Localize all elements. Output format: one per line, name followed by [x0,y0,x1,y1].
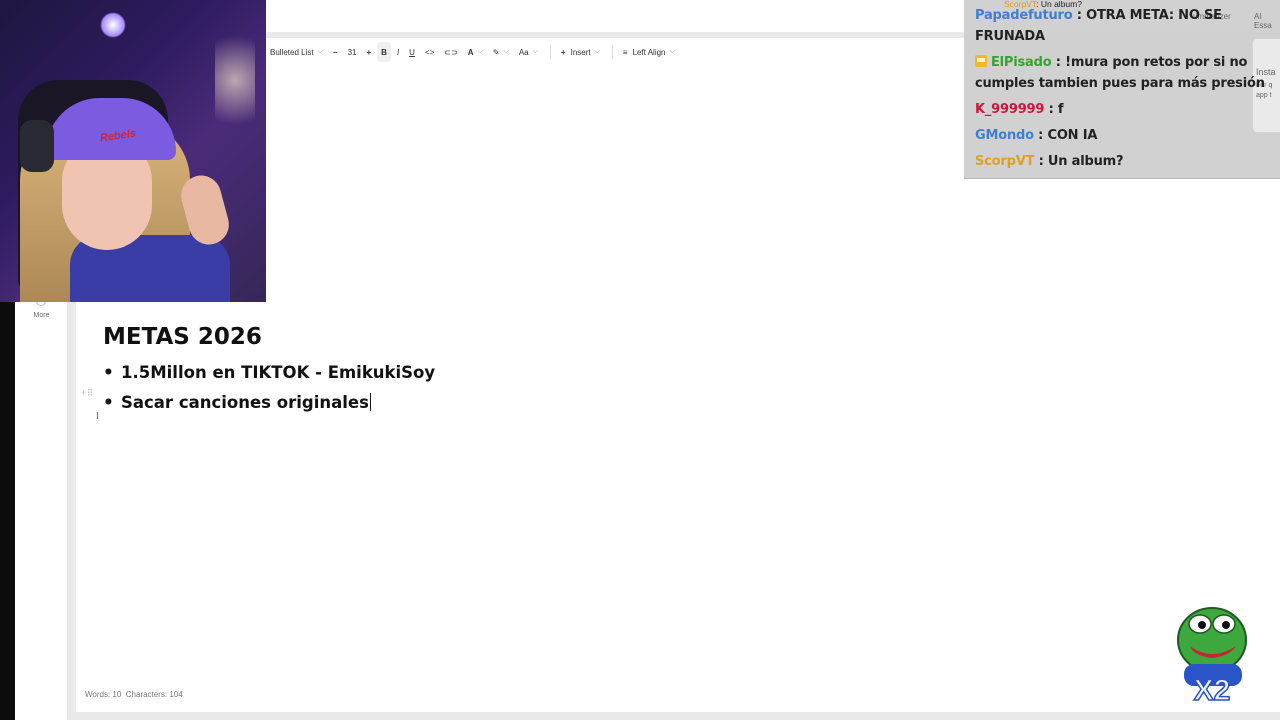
code-button[interactable]: <> [421,42,438,62]
font-size-decrease-button[interactable]: − [329,42,342,62]
plus-icon: + [366,47,372,57]
chevron-down-icon: ⌵ [317,48,323,55]
webcam-overlay: Rebels [0,0,266,302]
toolbar-divider [611,45,613,59]
chat-username: K_999999 [975,102,1045,117]
text-color-icon: A [467,47,474,57]
align-dropdown[interactable]: ≡ Left Align ⌵ [619,42,679,62]
link-icon: ⊂⊃ [444,47,458,57]
chat-text: : CON IA [1033,128,1098,143]
list-item-text: Sacar canciones originales [121,393,369,412]
insert-label: Insert [570,47,591,57]
headphones-icon [20,120,54,172]
highlight-icon: ✎ [492,47,500,57]
bullet-list: 1.5Millon en TIKTOK - EmikukiSoy Sacar c… [103,362,435,422]
sidebar-more-button[interactable]: More [15,312,68,319]
minus-icon: − [332,47,338,57]
word-count-status: Words: 10 Characters: 104 [85,690,183,699]
list-item[interactable]: 1.5Millon en TIKTOK - EmikukiSoy [103,362,435,392]
ceiling-lamp [100,12,126,38]
text-cursor-icon: I [96,411,99,422]
word-count: Words: 10 [85,690,122,699]
bold-icon: B [381,47,387,57]
character-count: Characters: 104 [125,690,183,699]
pepe-emote-icon: X2 [1177,607,1247,708]
font-size-increase-button[interactable]: + [362,42,375,62]
chat-message: ScorpVT : Un album? [975,151,1265,172]
align-left-icon: ≡ [622,47,628,57]
formatting-toolbar: Bulleted List ⌵ − 31 + B I U <> ⊂⊃ A ⌵ ✎ ⌵ … [266,38,966,66]
list-item-text: 1.5Millon en TIKTOK - EmikukiSoy [121,363,436,382]
text-case-dropdown[interactable]: Aa ⌵ [515,42,542,62]
chevron-down-icon: ⌵ [503,48,509,55]
font-size-value[interactable]: 31 [344,42,361,62]
toolbar-divider [549,45,551,59]
chevron-down-icon: ⌵ [669,48,675,55]
stream-chat-overlay: ummarizer AI Essa Insta For q app t Scor… [964,0,1280,179]
list-type-label: Bulleted List [270,47,314,57]
insert-dropdown[interactable]: + Insert ⌵ [557,42,604,62]
chat-text: : f [1044,102,1064,117]
chat-text: : Un album? [1034,154,1124,169]
chat-message: Papadefuturo : OTRA META: NO SE FRUNADA [975,5,1265,47]
align-label: Left Align [632,47,666,57]
code-icon: <> [424,47,435,57]
document-heading[interactable]: METAS 2026 [103,324,262,350]
italic-icon: I [396,47,400,57]
chat-message: K_999999 : f [975,99,1265,120]
text-color-dropdown[interactable]: A ⌵ [464,42,487,62]
chevron-down-icon: ⌵ [594,48,600,55]
text-caret [369,393,371,411]
chat-username: ScorpVT [975,154,1035,169]
subscriber-badge-icon [975,55,987,67]
text-case-icon: Aa [518,47,529,57]
chat-username: GMondo [975,128,1034,143]
link-button[interactable]: ⊂⊃ [440,42,461,62]
underline-icon: U [409,47,415,57]
window-light [215,20,255,140]
list-type-dropdown[interactable]: Bulleted List ⌵ [266,42,327,62]
drag-handle-icon[interactable]: + ⠿ [81,388,93,399]
bold-button[interactable]: B [377,42,391,62]
chat-message: GMondo : CON IA [975,125,1265,146]
chevron-down-icon: ⌵ [532,48,538,55]
list-item[interactable]: Sacar canciones originales [103,392,435,422]
italic-button[interactable]: I [393,42,403,62]
underline-button[interactable]: U [405,42,419,62]
emote-multiplier-label: X2 [1194,674,1231,707]
plus-icon: + [560,47,566,57]
chevron-down-icon: ⌵ [477,48,483,55]
chat-username: Papadefuturo [975,8,1073,23]
chat-message: ElPisado : !mura pon retos por si no cum… [975,52,1265,94]
highlight-dropdown[interactable]: ✎ ⌵ [489,42,513,62]
chat-username: ElPisado [991,55,1052,70]
